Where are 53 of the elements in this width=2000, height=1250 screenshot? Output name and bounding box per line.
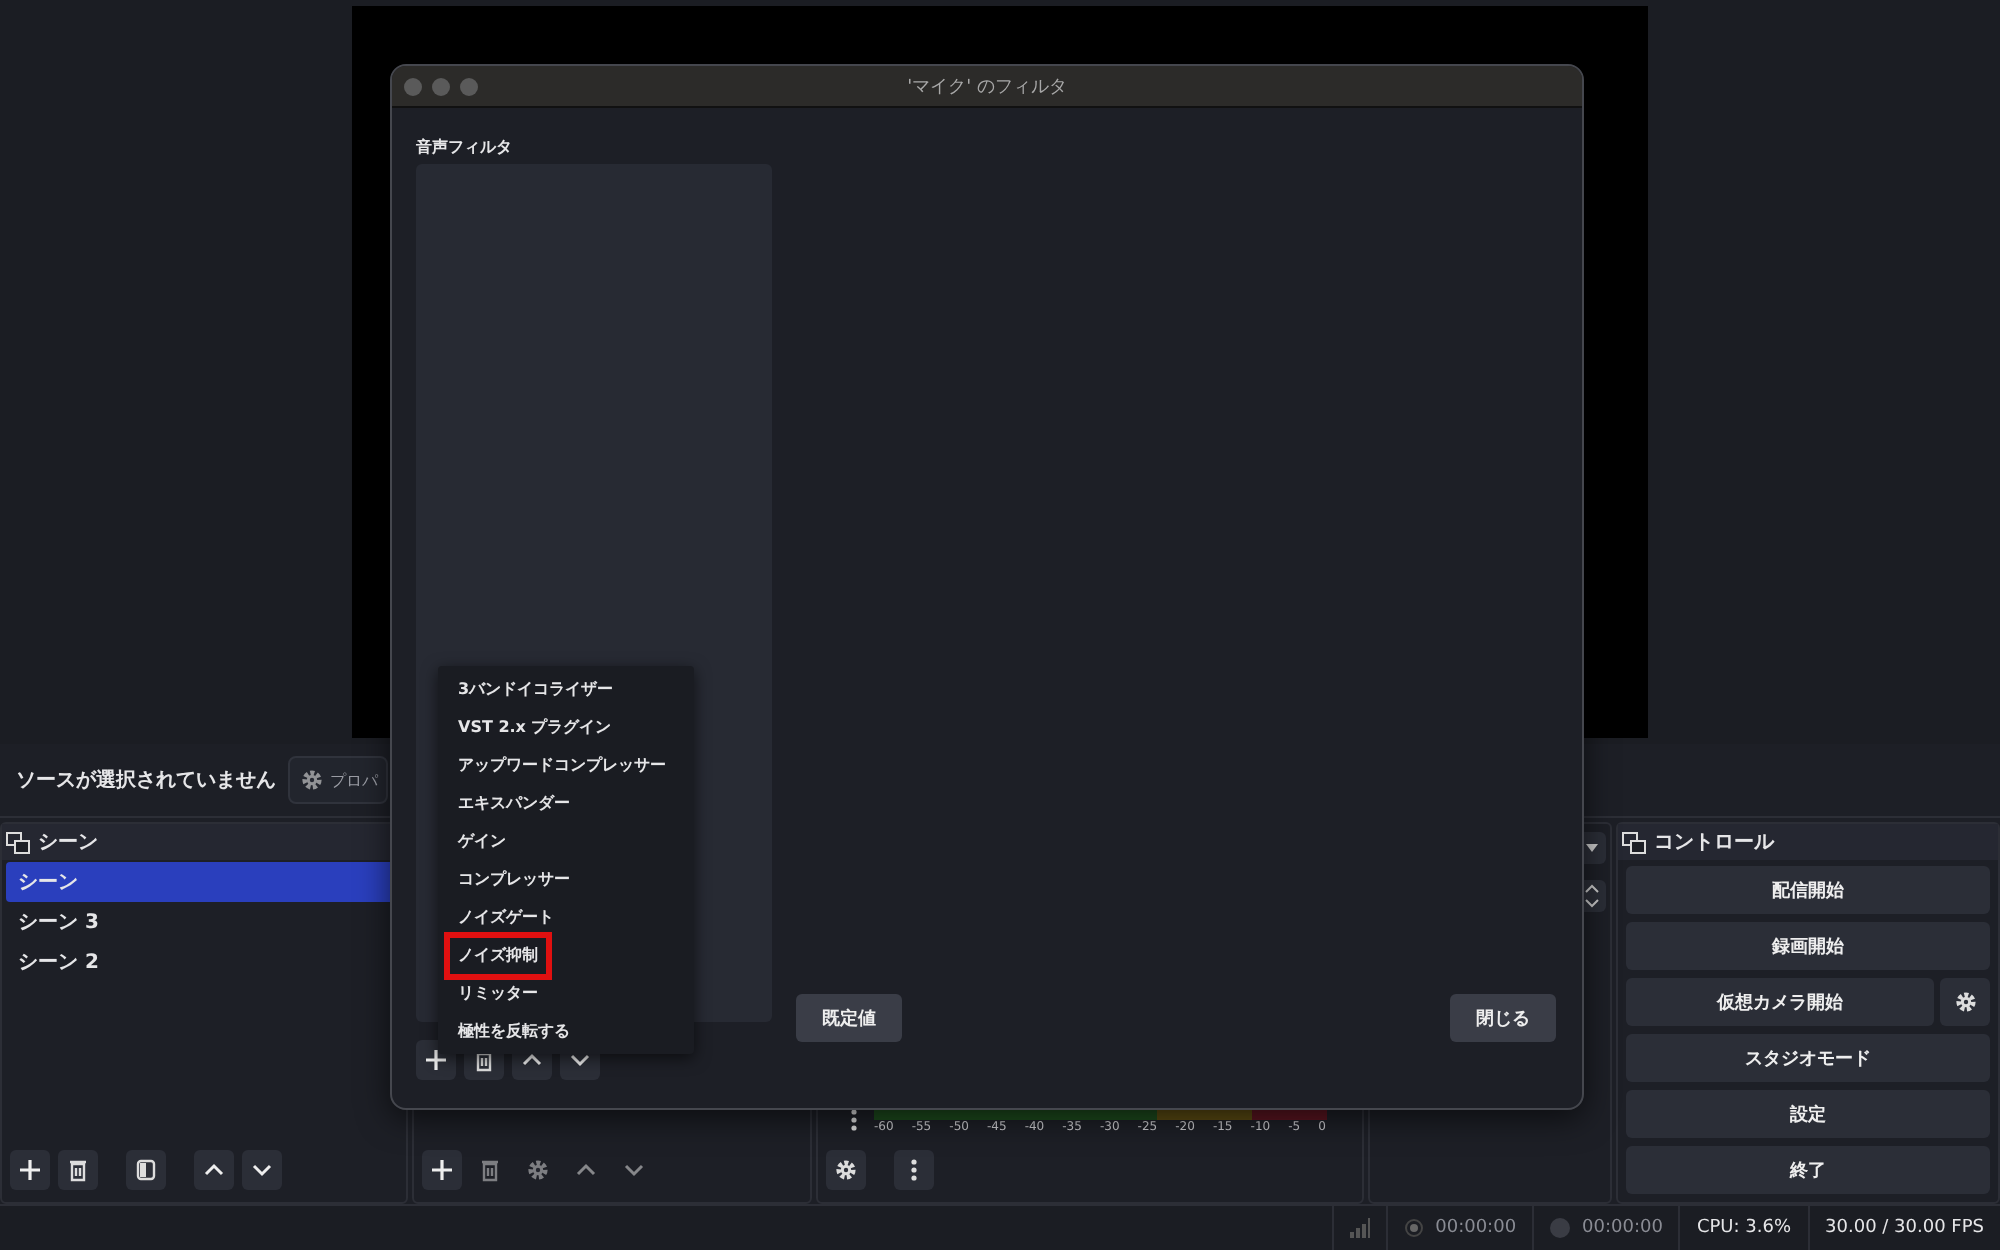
menu-item[interactable]: コンプレッサー [458,868,570,890]
menu-item[interactable]: アップワードコンプレッサー [458,754,666,776]
menu-item[interactable]: VST 2.x プラグイン [458,716,612,738]
control-button[interactable]: 設定 [1626,1090,1990,1138]
stepper-icon [1584,884,1600,908]
remove-icon [478,1158,502,1182]
add-icon [430,1158,454,1182]
add-icon [18,1158,42,1182]
menu-button[interactable] [894,1150,934,1190]
record-time: 00:00:00 [1582,1218,1663,1238]
control-button[interactable]: 録画開始 [1626,922,1990,970]
control-button[interactable]: 配信開始 [1626,866,1990,914]
streaming-icon [1403,1218,1424,1238]
panel-title: シーン [38,830,98,856]
control-button[interactable]: スタジオモード [1626,1034,1990,1082]
advanced-settings-icon [834,1158,858,1182]
menu-item[interactable]: エキスパンダー [458,792,570,814]
caret-icon [1584,842,1600,854]
remove-icon [66,1158,90,1182]
settings-button[interactable] [1940,978,1990,1026]
stream-time: 00:00:00 [1435,1218,1517,1238]
remove-button[interactable] [58,1150,98,1190]
filter-icon [134,1158,158,1182]
menu-item[interactable]: 3バンドイコライザー [458,678,614,700]
gear-icon [300,768,324,792]
menu-item[interactable]: リミッター [458,982,538,1004]
menu-item[interactable]: ノイズゲート [458,906,554,928]
move-down-button[interactable] [242,1150,282,1190]
dialog-button[interactable]: 既定値 [796,994,902,1042]
move-up-button[interactable] [194,1150,234,1190]
menu-item[interactable]: ゲイン [458,830,506,852]
settings-icon [526,1158,550,1182]
fps-readout: 30.00 / 30.00 FPS [1825,1218,1984,1238]
filter-button[interactable] [126,1150,166,1190]
advanced-settings-button[interactable] [826,1150,866,1190]
add-button[interactable] [422,1150,462,1190]
cpu-usage: CPU: 3.6% [1696,1218,1792,1238]
remove-icon [472,1048,496,1072]
panel-title: コントロール [1654,830,1774,856]
record-dot-icon [1550,1218,1571,1238]
add-icon [424,1048,448,1072]
signal-bars-icon [1349,1218,1370,1238]
dialog-title: 'マイク' のフィルタ [907,75,1067,99]
menu-item[interactable]: ノイズ抑制 [444,931,552,979]
control-button[interactable]: 仮想カメラ開始 [1626,978,1934,1026]
menu-item[interactable]: 極性を反転する [458,1020,570,1042]
add-button[interactable] [10,1150,50,1190]
properties-button[interactable]: プロパ [288,756,388,804]
section-label: 音声フィルタ [416,138,512,156]
settings-icon [1953,990,1977,1014]
dialog-button[interactable]: 閉じる [1450,994,1556,1042]
control-button[interactable]: 終了 [1626,1146,1990,1194]
no-source-message: ソースが選択されていません [16,767,276,794]
